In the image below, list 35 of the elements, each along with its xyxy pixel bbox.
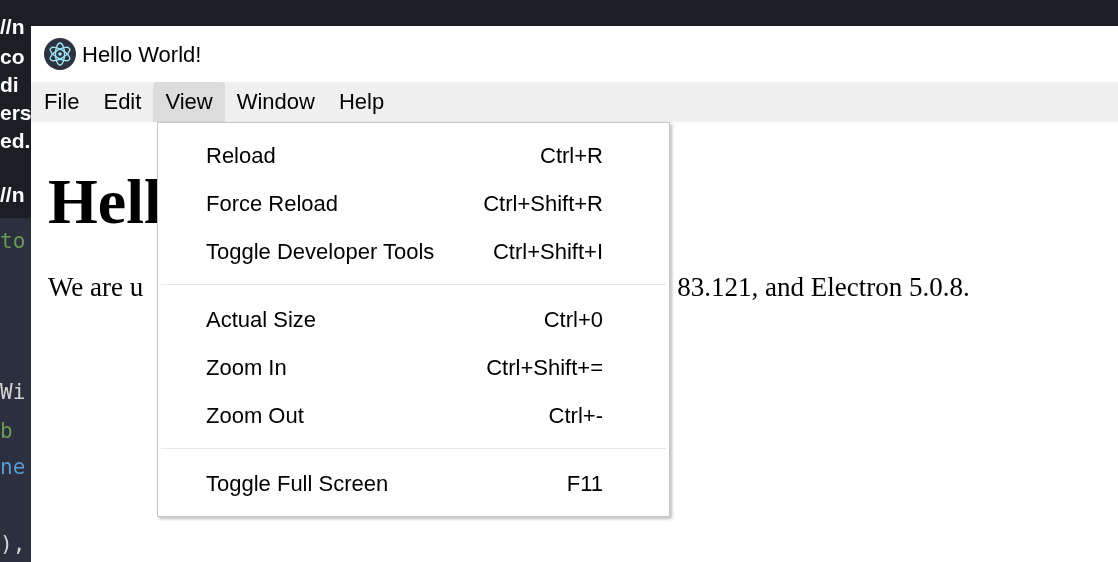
menu-item[interactable]: File [32, 82, 92, 122]
page-heading: Hell [48, 165, 162, 239]
menu-item[interactable]: Help [326, 82, 397, 122]
shortcut-text: Ctrl+Shift+= [486, 353, 603, 382]
terminal-text: //n [0, 182, 25, 208]
terminal-text: b [0, 418, 13, 444]
menu-option[interactable]: Force Reload [206, 186, 339, 220]
window-title: Hello World! [82, 40, 202, 69]
terminal-text: Wi [0, 379, 26, 405]
menu-item[interactable]: View [153, 82, 225, 122]
terminal-text: di [0, 72, 19, 98]
shortcut-text: Ctrl+Shift+R [483, 189, 603, 218]
paragraph-text: 83.121, and Electron 5.0.8. [677, 271, 970, 304]
shortcut-text: Ctrl+R [540, 141, 603, 170]
shortcut-text: Ctrl+0 [543, 305, 603, 334]
terminal-text: ers [0, 100, 32, 126]
terminal-text: to [0, 228, 26, 254]
terminal-text: ne [0, 454, 26, 480]
shortcut-text: Ctrl+- [548, 401, 603, 430]
menu-option[interactable]: Toggle Full Screen [206, 466, 389, 500]
shortcut-text: Ctrl+Shift+I [492, 237, 603, 266]
terminal-text: co [0, 44, 25, 70]
shortcut-text: F11 [566, 469, 603, 498]
menu-option[interactable]: Toggle Developer Tools [206, 234, 435, 268]
terminal-text: ed. [0, 128, 31, 154]
app-logo-icon [44, 38, 76, 70]
menu-option[interactable]: Zoom Out [206, 398, 304, 432]
menu-option[interactable]: Reload [206, 138, 276, 172]
menu-item[interactable]: Window [224, 82, 327, 122]
menu-option[interactable]: Actual Size [206, 302, 317, 336]
paragraph-text: We are u [48, 271, 144, 304]
menu-item[interactable]: Edit [91, 82, 154, 122]
terminal-text: //n [0, 14, 25, 40]
menu-option[interactable]: Zoom In [206, 350, 287, 384]
terminal-text: ), [0, 531, 26, 557]
